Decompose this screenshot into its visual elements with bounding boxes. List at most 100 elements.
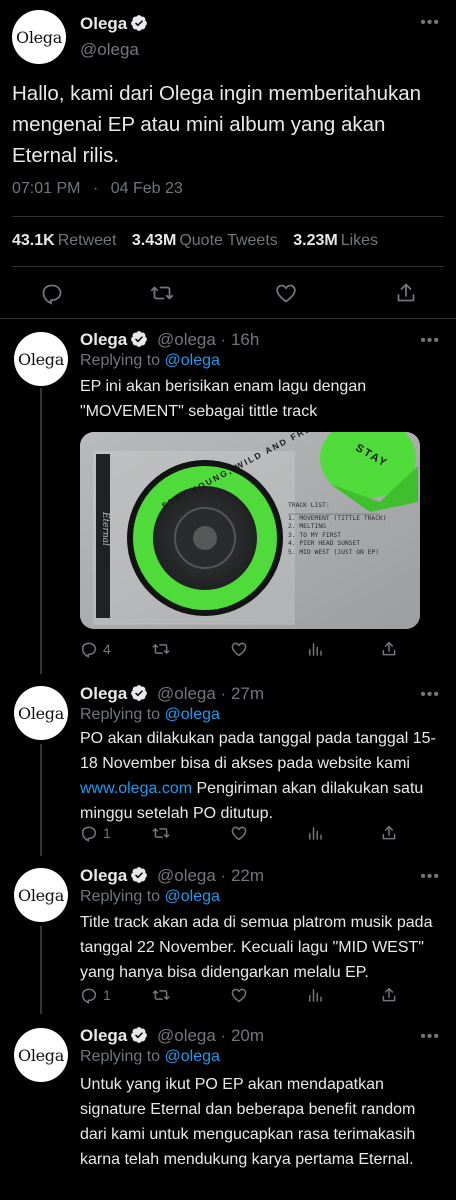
retweet-button[interactable] [152,640,170,658]
heart-icon [231,988,247,1003]
reply-tweet[interactable]: Olega Olega @olega · 27m ••• Replying to… [0,676,456,852]
avatar[interactable]: Olega [14,1028,68,1082]
author-handle-time: @olega · 27m [156,684,265,703]
author-name[interactable]: Olega [80,330,127,349]
avatar[interactable]: Olega [14,868,68,922]
tweet-media-image[interactable]: STAY YOUNG, WILD AND FREE STAY Eternal T… [80,432,420,629]
author-handle-time: @olega · 22m [156,866,265,885]
track-item: 2. MELTING [288,523,326,531]
reply-button[interactable]: 4 [80,640,111,658]
reply-tweet[interactable]: Olega Olega @olega · 16h ••• Replying to… [0,322,456,666]
signature-text: Eternal [100,512,110,546]
divider [0,318,456,319]
tweet-timestamp[interactable]: 07:01 PM · 04 Feb 23 [12,180,183,198]
engagement-stats: 43.1K Retweet 3.43M Quote Tweets 3.23M Like… [12,232,389,250]
replying-handle-link[interactable]: @olega [165,1048,220,1065]
share-icon [397,283,415,302]
quote-stat[interactable]: 3.43M Quote Tweets [132,232,289,249]
divider [12,216,444,217]
tweet-header: Olega @olega · 27m [80,684,264,704]
verified-badge-icon [131,331,148,347]
more-dots-icon[interactable]: ••• [420,868,440,886]
tweet-time: 07:01 PM [12,180,81,197]
avatar[interactable]: Olega [14,332,68,386]
reply-button[interactable] [40,281,64,305]
replying-handle-link[interactable]: @olega [165,352,220,369]
author-name[interactable]: Olega [80,684,127,703]
reply-icon [42,284,62,305]
like-button[interactable] [230,986,248,1004]
likes-label: Likes [340,232,379,249]
tweet-text-line: "MOVEMENT" sebagai tittle track [80,403,318,420]
avatar-logo-text: Olega [16,27,62,47]
tweet-header: Olega @olega · 20m [80,1026,264,1046]
track-item: 3. TO MY FIRST [288,531,342,539]
timestamp-separator: · [92,180,99,197]
track-item: 4. PIER HEAD SUNSET [288,540,361,548]
verified-badge-icon [131,1027,148,1043]
share-icon [382,825,396,840]
author-handle[interactable]: @olega [80,40,139,60]
replying-handle-link[interactable]: @olega [165,888,220,905]
likes-count: 3.23M [293,232,338,249]
share-button[interactable] [380,986,398,1004]
retweet-label: Retweet [57,232,117,249]
author-handle-time: @olega · 16h [156,330,260,349]
more-dots-icon[interactable]: ••• [420,14,440,32]
reply-count: 1 [103,987,111,1003]
analytics-icon [309,827,322,840]
retweet-button[interactable] [152,986,170,1004]
more-dots-icon[interactable]: ••• [420,332,440,350]
replying-handle-link[interactable]: @olega [165,706,220,723]
share-icon [382,987,396,1002]
reply-icon [81,642,97,658]
website-link[interactable]: www.olega.com [80,780,192,797]
author-name-text: Olega [80,14,128,33]
reply-count: 4 [103,641,111,657]
share-button[interactable] [394,281,418,305]
more-dots-icon[interactable]: ••• [420,1028,440,1046]
verified-badge-icon [131,685,148,701]
reply-button[interactable]: 1 [80,986,111,1004]
heart-icon [276,284,296,303]
tweet-text: Hallo, kami dari Olega ingin memberitahu… [12,82,422,167]
replying-to: Replying to @olega [80,352,220,370]
verified-badge-icon [131,867,148,883]
replying-prefix: Replying to [80,352,161,369]
retweet-button[interactable] [152,824,170,842]
track-item: 1. MOVEMENT (TITTLE TRACK) [288,514,387,522]
analytics-button[interactable] [306,986,324,1004]
retweet-icon [152,644,170,654]
like-button[interactable] [230,824,248,842]
replying-prefix: Replying to [80,706,161,723]
retweet-icon [152,828,170,838]
author-name[interactable]: Olega [80,14,148,34]
retweet-button[interactable] [150,281,174,305]
retweet-stat[interactable]: 43.1K Retweet [12,232,127,249]
quote-label: Quote Tweets [179,232,278,249]
tweet-header: Olega @olega · 22m [80,866,264,886]
avatar[interactable]: Olega [12,10,66,64]
author-name[interactable]: Olega [80,1026,127,1045]
reply-tweet[interactable]: Olega Olega @olega · 22m ••• Replying to… [0,858,456,1010]
avatar[interactable]: Olega [14,686,68,740]
share-button[interactable] [380,824,398,842]
tweet-text: Title track akan ada di semua platrom mu… [80,914,433,981]
reply-button[interactable]: 1 [80,824,111,842]
replying-to: Replying to @olega [80,706,220,724]
analytics-button[interactable] [306,640,324,658]
like-button[interactable] [230,640,248,658]
heart-icon [231,826,247,841]
more-dots-icon[interactable]: ••• [420,686,440,704]
share-icon [382,641,396,656]
reply-tweet[interactable]: Olega Olega @olega · 20m ••• Replying to… [0,1018,456,1200]
track-item: 5. MID WEST (JUST ON EP) [288,548,379,556]
analytics-button[interactable] [306,824,324,842]
author-name[interactable]: Olega [80,866,127,885]
like-button[interactable] [274,281,298,305]
retweet-count: 43.1K [12,232,55,249]
analytics-icon [309,643,322,656]
share-button[interactable] [380,640,398,658]
reply-icon [81,988,97,1004]
likes-stat[interactable]: 3.23M Likes [293,232,389,249]
